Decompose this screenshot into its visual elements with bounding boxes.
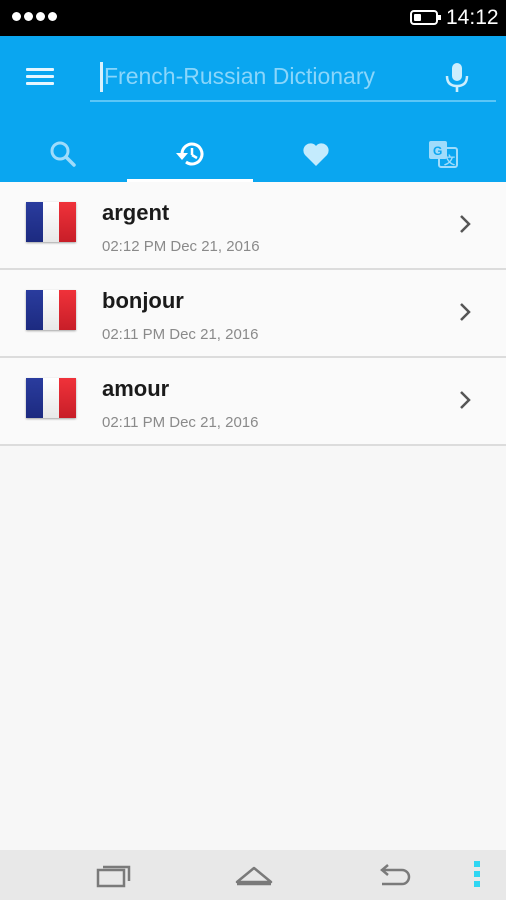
chevron-right-icon <box>460 391 471 409</box>
system-nav-bar <box>0 850 506 900</box>
history-list: argent 02:12 PM Dec 21, 2016 bonjour 02:… <box>0 182 506 446</box>
tab-search[interactable] <box>0 126 127 182</box>
search-input[interactable] <box>100 58 424 94</box>
history-icon <box>175 142 204 166</box>
chevron-right-icon <box>460 303 471 321</box>
svg-text:文: 文 <box>444 153 456 167</box>
history-item[interactable]: amour 02:11 PM Dec 21, 2016 <box>0 358 506 446</box>
translate-icon: G 文 <box>428 141 458 168</box>
history-item[interactable]: argent 02:12 PM Dec 21, 2016 <box>0 182 506 270</box>
tab-translate[interactable]: G 文 <box>380 126 506 182</box>
search-bar <box>90 52 496 102</box>
history-timestamp: 02:11 PM Dec 21, 2016 <box>102 414 259 431</box>
history-word: bonjour <box>102 288 184 313</box>
back-icon[interactable] <box>374 858 414 892</box>
hamburger-menu-icon[interactable] <box>24 64 56 90</box>
heart-icon <box>303 143 329 166</box>
status-clock: 14:12 <box>446 6 499 29</box>
history-item[interactable]: bonjour 02:11 PM Dec 21, 2016 <box>0 270 506 358</box>
app-bar: G 文 <box>0 36 506 182</box>
history-timestamp: 02:11 PM Dec 21, 2016 <box>102 326 259 343</box>
history-timestamp: 02:12 PM Dec 21, 2016 <box>102 238 260 255</box>
microphone-icon[interactable] <box>442 60 472 96</box>
overflow-menu-icon[interactable] <box>474 861 482 891</box>
search-icon <box>50 141 76 167</box>
recent-apps-icon[interactable] <box>94 858 134 892</box>
signal-dots-icon <box>12 12 57 21</box>
home-icon[interactable] <box>234 858 274 892</box>
history-word: argent <box>102 200 170 225</box>
tab-bar: G 文 <box>0 126 506 182</box>
france-flag-icon <box>26 378 77 418</box>
history-word: amour <box>102 376 170 401</box>
france-flag-icon <box>26 202 77 242</box>
svg-text:G: G <box>433 144 442 158</box>
france-flag-icon <box>26 290 77 330</box>
tab-favorites[interactable] <box>253 126 380 182</box>
chevron-right-icon <box>460 215 471 233</box>
tab-history[interactable] <box>126 126 254 182</box>
status-bar: 14:12 <box>0 0 506 36</box>
battery-icon <box>410 10 441 25</box>
